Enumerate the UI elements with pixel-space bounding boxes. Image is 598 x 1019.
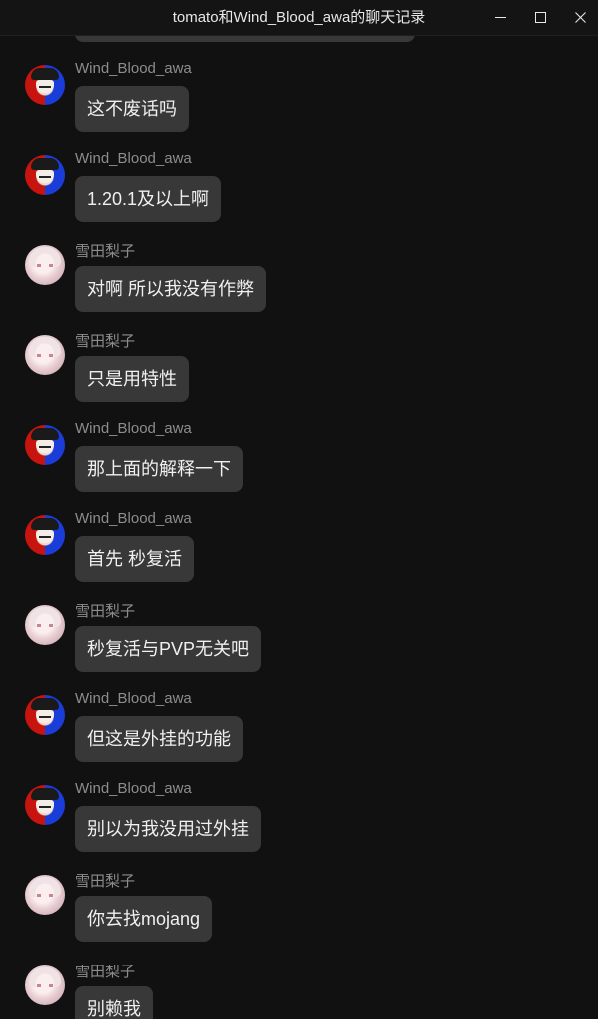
- sender-name: Wind_Blood_awa: [75, 420, 192, 437]
- message-item: Wind_Blood_awa 别以为我没用过外挂: [0, 780, 598, 875]
- message-item: Wind_Blood_awa 这不废话吗: [0, 60, 598, 155]
- message-item: 雪田梨子 秒复活与PVP无关吧: [0, 603, 598, 695]
- chat-history-window: Wind_Blood_awa 这不废话吗 Wind_Blood_awa 1.20…: [0, 0, 598, 1019]
- sender-name: Wind_Blood_awa: [75, 690, 192, 707]
- message-item: 雪田梨子 只是用特性: [0, 333, 598, 425]
- message-bubble[interactable]: 但这是外挂的功能: [75, 716, 243, 762]
- message-item: Wind_Blood_awa 那上面的解释一下: [0, 420, 598, 515]
- sender-name: 雪田梨子: [75, 603, 136, 620]
- minimize-icon: [494, 17, 506, 18]
- message-item: Wind_Blood_awa 1.20.1及以上啊: [0, 150, 598, 245]
- message-item: Wind_Blood_awa 首先 秒复活: [0, 510, 598, 605]
- sender-name: Wind_Blood_awa: [75, 150, 192, 167]
- message-bubble[interactable]: 秒复活与PVP无关吧: [75, 626, 262, 672]
- title-bar[interactable]: tomato和Wind_Blood_awa的聊天记录: [0, 0, 598, 36]
- yukida-riko-avatar[interactable]: [25, 965, 65, 1005]
- message-bubble[interactable]: 别以为我没用过外挂: [75, 806, 261, 852]
- maximize-button[interactable]: [520, 0, 560, 35]
- wind-blood-avatar[interactable]: [25, 65, 65, 105]
- message-bubble[interactable]: 只是用特性: [75, 356, 189, 402]
- sender-name: 雪田梨子: [75, 333, 136, 350]
- message-bubble[interactable]: 你去找mojang: [75, 896, 213, 942]
- yukida-riko-avatar[interactable]: [25, 875, 65, 915]
- sender-name: 雪田梨子: [75, 243, 136, 260]
- sender-name: Wind_Blood_awa: [75, 780, 192, 797]
- yukida-riko-avatar[interactable]: [25, 605, 65, 645]
- wind-blood-avatar[interactable]: [25, 695, 65, 735]
- message-bubble[interactable]: 对啊 所以我没有作弊: [75, 266, 267, 312]
- message-bubble[interactable]: 首先 秒复活: [75, 536, 195, 582]
- message-item: 雪田梨子 对啊 所以我没有作弊: [0, 243, 598, 335]
- wind-blood-avatar[interactable]: [25, 155, 65, 195]
- close-button[interactable]: [560, 0, 598, 35]
- message-bubble[interactable]: 这不废话吗: [75, 86, 189, 132]
- sender-name: Wind_Blood_awa: [75, 510, 192, 527]
- wind-blood-avatar[interactable]: [25, 425, 65, 465]
- wind-blood-avatar[interactable]: [25, 785, 65, 825]
- sender-name: Wind_Blood_awa: [75, 60, 192, 77]
- message-item: 雪田梨子 你去找mojang: [0, 873, 598, 965]
- message-bubble[interactable]: 1.20.1及以上啊: [75, 176, 222, 222]
- sender-name: 雪田梨子: [75, 965, 136, 980]
- message-bubble[interactable]: 那上面的解释一下: [75, 446, 243, 492]
- message-item: 雪田梨子 别赖我: [0, 965, 598, 1019]
- message-list[interactable]: Wind_Blood_awa 这不废话吗 Wind_Blood_awa 1.20…: [0, 0, 598, 1019]
- sender-name: 雪田梨子: [75, 873, 136, 890]
- yukida-riko-avatar[interactable]: [25, 335, 65, 375]
- minimize-button[interactable]: [480, 0, 520, 35]
- message-item: Wind_Blood_awa 但这是外挂的功能: [0, 690, 598, 785]
- maximize-icon: [534, 12, 546, 23]
- close-icon: [574, 12, 586, 23]
- yukida-riko-avatar[interactable]: [25, 245, 65, 285]
- wind-blood-avatar[interactable]: [25, 515, 65, 555]
- message-bubble[interactable]: 别赖我: [75, 986, 153, 1019]
